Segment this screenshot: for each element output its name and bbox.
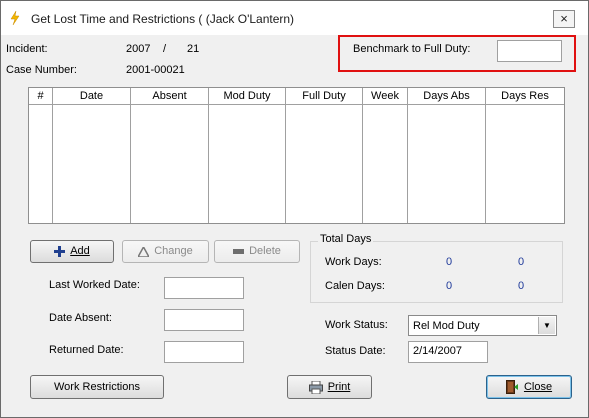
calen-days-value-b: 0 — [518, 280, 525, 292]
returned-date-input[interactable] — [164, 341, 244, 363]
add-button[interactable]: Add — [30, 240, 114, 263]
delete-button-label: Delete — [249, 245, 281, 257]
date-absent-input[interactable] — [164, 309, 244, 331]
dialog-body: Incident: 2007 / 21 Case Number: 2001-00… — [1, 35, 588, 417]
date-absent-label: Date Absent: — [49, 312, 112, 324]
benchmark-input[interactable] — [497, 40, 562, 62]
work-status-value: Rel Mod Duty — [413, 320, 480, 332]
work-restrictions-label: Work Restrictions — [54, 381, 140, 394]
grid-column: Days Res — [486, 88, 564, 223]
grid-column: # — [29, 88, 53, 223]
column-header-absent[interactable]: Absent — [131, 88, 208, 105]
delete-button[interactable]: Delete — [214, 240, 300, 263]
work-status-label: Work Status: — [325, 319, 388, 331]
work-restrictions-button[interactable]: Work Restrictions — [30, 375, 164, 399]
last-worked-label: Last Worked Date: — [49, 279, 140, 291]
print-button-label: Print — [327, 381, 351, 394]
column-header-week[interactable]: Week — [363, 88, 407, 105]
printer-icon — [308, 380, 323, 394]
print-button[interactable]: Print — [287, 375, 372, 399]
column-header-mod-duty[interactable]: Mod Duty — [209, 88, 285, 105]
total-days-group — [310, 241, 563, 303]
close-button[interactable]: Close — [486, 375, 572, 399]
dialog-window: Get Lost Time and Restrictions ( (Jack O… — [0, 0, 589, 418]
case-number-value: 2001-00021 — [126, 64, 185, 76]
grid-column: Mod Duty — [209, 88, 286, 223]
benchmark-label: Benchmark to Full Duty: — [353, 43, 471, 55]
change-button-label: Change — [154, 245, 193, 257]
returned-date-label: Returned Date: — [49, 344, 124, 356]
work-days-value-a: 0 — [446, 256, 453, 268]
column-header-date[interactable]: Date — [53, 88, 130, 105]
change-button[interactable]: Change — [122, 240, 209, 263]
title-bar: Get Lost Time and Restrictions ( (Jack O… — [1, 1, 588, 35]
window-close-button[interactable]: × — [553, 10, 575, 28]
work-days-label: Work Days: — [325, 256, 382, 268]
incident-separator: / — [163, 43, 167, 55]
close-button-label: Close — [523, 381, 553, 394]
grid-column: Days Abs — [408, 88, 486, 223]
lost-time-grid[interactable]: # Date Absent Mod Duty Full Duty Week Da… — [28, 87, 565, 224]
last-worked-input[interactable] — [164, 277, 244, 299]
incident-label: Incident: — [6, 43, 48, 55]
column-header-full-duty[interactable]: Full Duty — [286, 88, 362, 105]
chevron-down-icon[interactable]: ▼ — [538, 317, 555, 334]
grid-column: Absent — [131, 88, 209, 223]
minus-icon — [233, 249, 245, 254]
incident-number: 21 — [187, 43, 200, 55]
column-header-number[interactable]: # — [29, 88, 52, 105]
work-days-value-b: 0 — [518, 256, 525, 268]
grid-column: Week — [363, 88, 408, 223]
work-status-select[interactable]: Rel Mod Duty ▼ — [408, 315, 557, 336]
calen-days-value-a: 0 — [446, 280, 453, 292]
case-number-label: Case Number: — [6, 64, 77, 76]
exit-door-icon — [505, 380, 518, 395]
grid-column: Full Duty — [286, 88, 363, 223]
triangle-icon — [138, 246, 150, 257]
incident-year: 2007 — [126, 43, 151, 55]
status-date-input[interactable]: 2/14/2007 — [408, 341, 488, 363]
add-button-label: Add — [70, 245, 90, 257]
column-header-days-abs[interactable]: Days Abs — [408, 88, 485, 105]
column-header-days-res[interactable]: Days Res — [486, 88, 564, 105]
plus-icon — [54, 246, 66, 257]
status-date-label: Status Date: — [325, 345, 386, 357]
window-title: Get Lost Time and Restrictions ( (Jack O… — [31, 12, 295, 26]
total-days-title: Total Days — [318, 233, 374, 245]
grid-column: Date — [53, 88, 131, 223]
calen-days-label: Calen Days: — [325, 280, 385, 292]
lightning-icon — [10, 11, 20, 25]
